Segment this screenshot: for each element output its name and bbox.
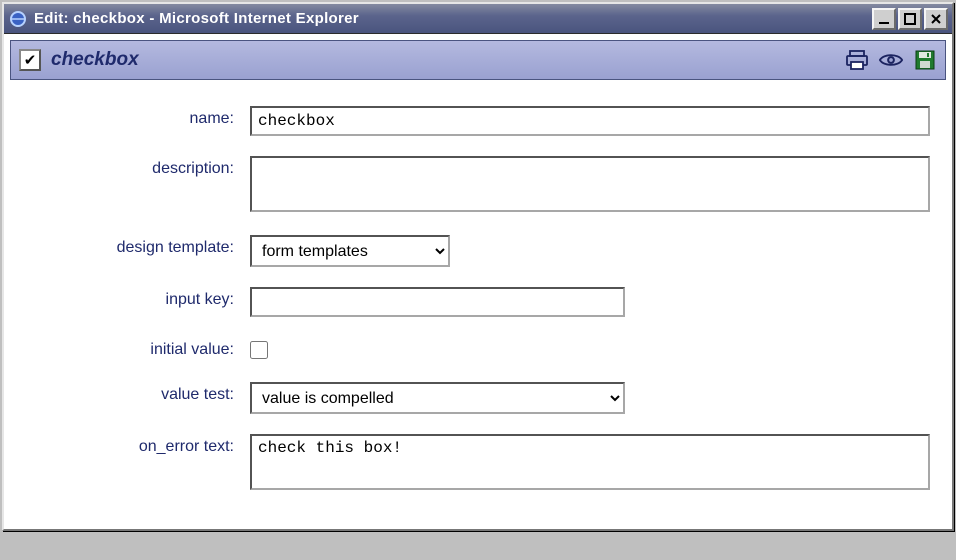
- minimize-button[interactable]: [872, 8, 896, 30]
- print-icon[interactable]: [845, 48, 869, 72]
- value-test-label: value test:: [22, 382, 250, 404]
- page-heading: checkbox: [51, 49, 139, 71]
- value-test-select[interactable]: value is compelled: [250, 382, 625, 414]
- maximize-button[interactable]: [898, 8, 922, 30]
- app-window: Edit: checkbox - Microsoft Internet Expl…: [2, 2, 954, 531]
- page-header-bar: ✔ checkbox: [10, 40, 946, 80]
- description-input[interactable]: [250, 156, 930, 212]
- save-icon[interactable]: [913, 48, 937, 72]
- input-key-input[interactable]: [250, 287, 625, 317]
- window-title: Edit: checkbox - Microsoft Internet Expl…: [34, 10, 872, 27]
- window-controls: [872, 8, 948, 30]
- close-button[interactable]: [924, 8, 948, 30]
- titlebar: Edit: checkbox - Microsoft Internet Expl…: [4, 4, 952, 34]
- input-key-label: input key:: [22, 287, 250, 309]
- name-input[interactable]: [250, 106, 930, 136]
- design-template-select[interactable]: form templates: [250, 235, 450, 267]
- name-label: name:: [22, 106, 250, 128]
- preview-icon[interactable]: [879, 48, 903, 72]
- initial-value-checkbox[interactable]: [250, 341, 268, 359]
- on-error-input[interactable]: [250, 434, 930, 490]
- checkbox-type-icon: ✔: [19, 49, 41, 71]
- design-template-label: design template:: [22, 235, 250, 257]
- on-error-label: on_error text:: [22, 434, 250, 456]
- ie-icon: [8, 9, 28, 29]
- description-label: description:: [22, 156, 250, 178]
- form-area: name: description: design template: form…: [4, 86, 952, 529]
- initial-value-label: initial value:: [22, 337, 250, 359]
